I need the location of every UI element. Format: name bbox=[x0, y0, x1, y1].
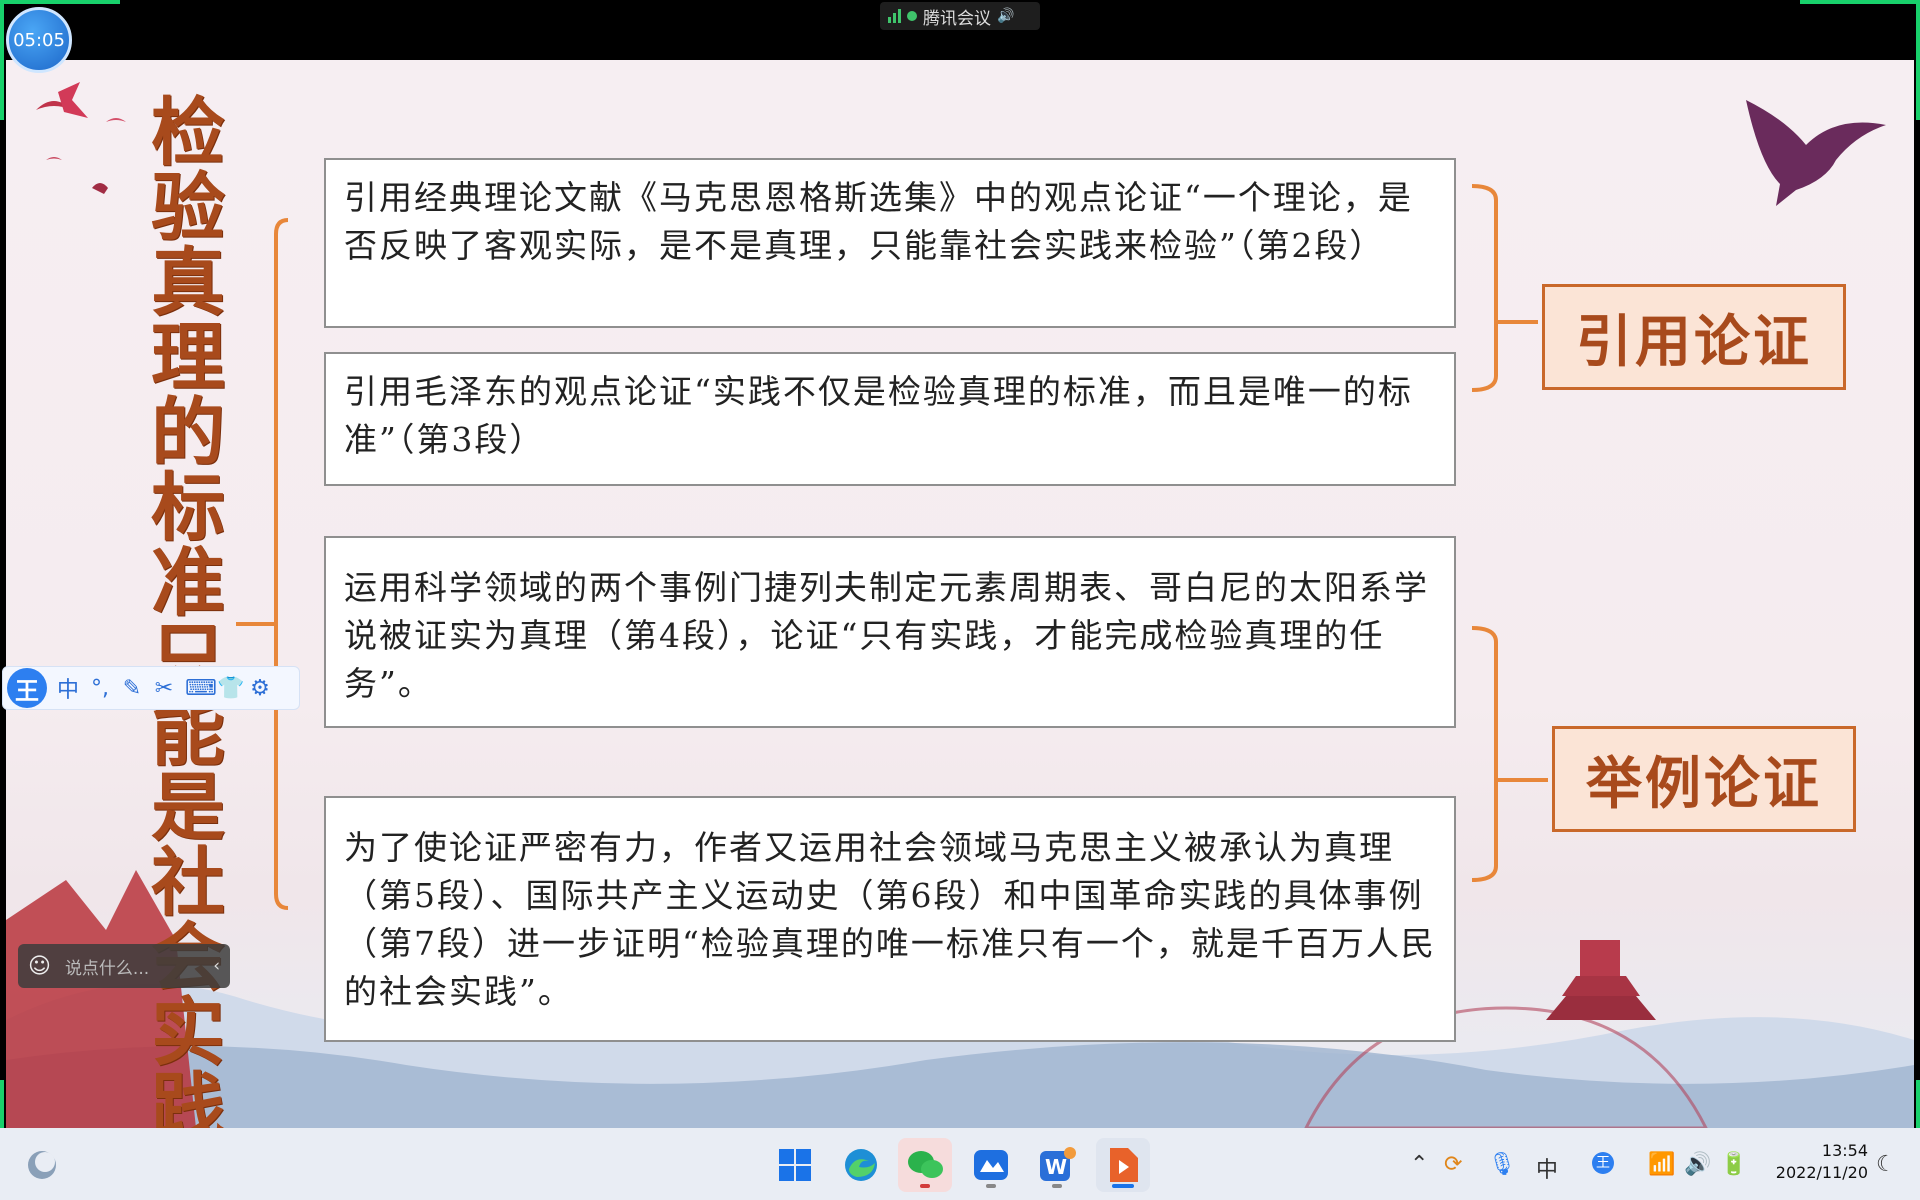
label-example-argument: 举例论证 bbox=[1552, 726, 1856, 832]
handwriting-icon[interactable]: ✎ bbox=[121, 676, 143, 701]
chat-placeholder: 说点什么... bbox=[64, 958, 150, 979]
status-dot-icon bbox=[907, 11, 917, 21]
emoji-icon[interactable]: ☺ bbox=[28, 954, 51, 979]
presentation-slide: 检验真理的标准只能是社会实践 引用经典理论文献《马克思恩格斯选集》中的观点论证“… bbox=[6, 60, 1914, 1128]
settings-gear-icon[interactable]: ⚙ bbox=[249, 676, 271, 701]
scissors-icon[interactable]: ✂ bbox=[153, 676, 175, 701]
tray-ime-mode[interactable]: 中 bbox=[1536, 1152, 1558, 1184]
start-button-icon[interactable] bbox=[768, 1138, 822, 1192]
speaker-icon: 🔊 bbox=[997, 8, 1015, 24]
ime-mode-toggle[interactable]: 中 bbox=[57, 672, 79, 704]
windows-taskbar: W ⌃ ⟳ 🎙 中 王 📶 🔊 🔋 13:54 2022/11/20 ☾ bbox=[0, 1128, 1920, 1200]
punctuation-icon[interactable]: °, bbox=[89, 676, 111, 701]
argument-box-3: 运用科学领域的两个事例门捷列夫制定元素周期表、哥白尼的太阳系学说被证实为真理（第… bbox=[324, 536, 1456, 728]
wps-writer-icon[interactable]: W bbox=[1030, 1138, 1084, 1192]
screen-share-frame bbox=[0, 0, 120, 4]
keyboard-icon[interactable]: ⌨ bbox=[185, 676, 217, 701]
meeting-top-bar: 05:05 腾讯会议 🔊 bbox=[0, 0, 1920, 73]
collapse-chevron-icon[interactable]: ‹ bbox=[213, 956, 220, 976]
ime-logo-icon[interactable]: 王 bbox=[7, 668, 47, 708]
recording-timer[interactable]: 05:05 bbox=[6, 7, 72, 73]
chat-input[interactable]: ☺ 说点什么... ‹ bbox=[18, 944, 230, 988]
microphone-icon[interactable]: 🎙 bbox=[1488, 1152, 1516, 1177]
screen-share-frame bbox=[0, 0, 4, 120]
battery-icon[interactable]: 🔋 bbox=[1720, 1152, 1747, 1177]
tray-ime-logo-icon[interactable]: 王 bbox=[1592, 1152, 1614, 1174]
meeting-status-pill[interactable]: 腾讯会议 🔊 bbox=[880, 2, 1040, 30]
tray-overflow-chevron-icon[interactable]: ⌃ bbox=[1410, 1152, 1428, 1177]
network-signal-icon bbox=[888, 9, 901, 23]
argument-box-1: 引用经典理论文献《马克思恩格斯选集》中的观点论证“一个理论，是否反映了客观实际，… bbox=[324, 158, 1456, 328]
screen-share-frame bbox=[1916, 0, 1920, 120]
label-citation-argument: 引用论证 bbox=[1542, 284, 1846, 390]
clock-date: 2022/11/20 bbox=[1775, 1163, 1868, 1182]
wifi-icon[interactable]: 📶 bbox=[1648, 1152, 1675, 1177]
sync-icon[interactable]: ⟳ bbox=[1444, 1152, 1462, 1177]
clock-time: 13:54 bbox=[1821, 1141, 1868, 1160]
widgets-icon[interactable] bbox=[16, 1138, 68, 1192]
svg-text:W: W bbox=[1045, 1155, 1067, 1179]
screen-share-frame bbox=[1800, 0, 1920, 4]
taskbar-clock[interactable]: 13:54 2022/11/20 bbox=[1776, 1140, 1868, 1184]
wps-presentation-icon[interactable] bbox=[1096, 1138, 1150, 1192]
wechat-icon[interactable] bbox=[898, 1138, 952, 1192]
volume-icon[interactable]: 🔊 bbox=[1684, 1152, 1711, 1177]
ime-toolbar[interactable]: 王 中 °, ✎ ✂ ⌨ 👕 ⚙ bbox=[2, 666, 300, 710]
edge-browser-icon[interactable] bbox=[834, 1138, 888, 1192]
meeting-app-name: 腾讯会议 bbox=[923, 8, 991, 29]
notification-moon-icon[interactable]: ☾ bbox=[1876, 1152, 1896, 1177]
argument-box-4: 为了使论证严密有力，作者又运用社会领域马克思主义被承认为真理（第5段）、国际共产… bbox=[324, 796, 1456, 1042]
skin-icon[interactable]: 👕 bbox=[217, 676, 244, 701]
tencent-meeting-icon[interactable] bbox=[964, 1138, 1018, 1192]
argument-box-2: 引用毛泽东的观点论证“实践不仅是检验真理的标准，而且是唯一的标准”（第3段） bbox=[324, 352, 1456, 486]
